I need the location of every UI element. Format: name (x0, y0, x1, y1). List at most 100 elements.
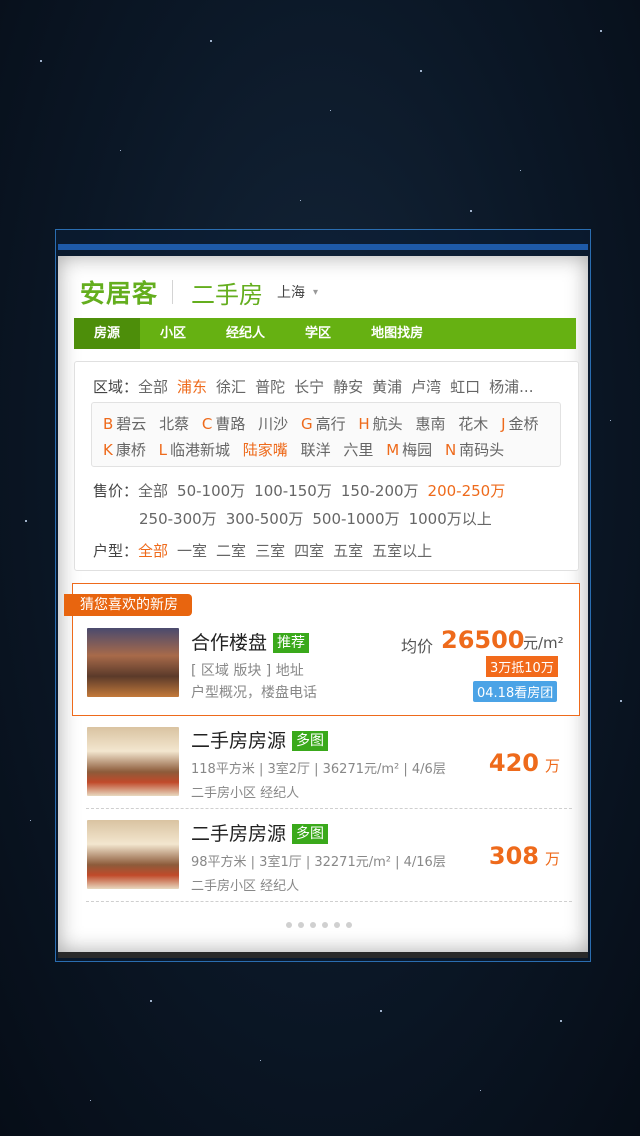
district-option[interactable]: 卢湾 (411, 378, 441, 396)
district-option[interactable]: 普陀 (255, 378, 285, 396)
discount-badge[interactable]: 3万抵10万 (486, 656, 558, 677)
district-filter: 区域：全部 浦东 徐汇 普陀 长宁 静安 黄浦 卢湾 虹口 杨浦... (93, 376, 542, 397)
listing-item[interactable]: 二手房房源 多图 98平方米 | 3室1厅 | 32271元/m² | 4/16层… (86, 812, 572, 902)
district-option[interactable]: 虹口 (450, 378, 480, 396)
listing-title[interactable]: 二手房房源 多图 (191, 819, 329, 846)
listing-meta: 二手房小区 经纪人 (191, 879, 300, 894)
section-title: 二手房 (191, 280, 264, 309)
layout-option[interactable]: 三室 (255, 542, 285, 560)
price-option[interactable]: 150-200万 (341, 482, 419, 500)
price-filter-row2: 250-300万 300-500万 500-1000万 1000万以上 (139, 508, 501, 529)
subdistrict-option[interactable]: 惠南 (415, 415, 445, 433)
subdistrict-option[interactable]: J 金桥 (501, 415, 538, 433)
price-option[interactable]: 1000万以上 (409, 510, 492, 528)
listing-price: 420 万 (488, 749, 560, 777)
subdistrict-option[interactable]: C 曹路 (202, 415, 246, 433)
listing-thumbnail[interactable] (87, 820, 179, 889)
nav-tab-school-district[interactable]: 学区 (285, 318, 351, 349)
listing-thumbnail[interactable] (87, 727, 179, 796)
listing-details: 98平方米 | 3室1厅 | 32271元/m² | 4/16层 (191, 855, 446, 870)
page-dot[interactable] (310, 922, 316, 928)
subdistrict-option[interactable]: B 碧云 (103, 415, 146, 433)
listing-price: 308 万 (488, 842, 560, 870)
recommended-new-home-card[interactable]: 猜您喜欢的新房 合作楼盘 推荐 [ 区域 版块 ] 地址 户型概况，楼盘电话 均价… (64, 583, 580, 716)
tour-badge[interactable]: 04.18看房团 (473, 681, 558, 702)
subdistrict-option[interactable]: 联洋 (301, 441, 331, 459)
new-home-title[interactable]: 合作楼盘 推荐 (191, 628, 310, 655)
district-option[interactable]: 静安 (333, 378, 363, 396)
page-dot[interactable] (286, 922, 292, 928)
nav-tab-communities[interactable]: 小区 (140, 318, 206, 349)
subdistrict-option[interactable]: 北蔡 (159, 415, 189, 433)
district-option[interactable]: 长宁 (294, 378, 324, 396)
recommend-ribbon: 猜您喜欢的新房 (64, 594, 192, 616)
new-home-thumbnail[interactable] (87, 628, 179, 697)
layout-option[interactable]: 四室 (294, 542, 324, 560)
subdistrict-option[interactable]: 花木 (458, 415, 488, 433)
subdistrict-row: K 康桥 L 临港新城 陆家嘴 联洋 六里 M 梅园 N 南码头 (103, 439, 512, 460)
subdistrict-box: B 碧云 北蔡 C 曹路 川沙 G 高行 H 航头 惠南 花木 J 金桥 K 康桥 L 临港新… (91, 402, 561, 467)
layout-option-selected[interactable]: 全部 (138, 542, 168, 560)
chevron-down-icon[interactable]: ▾ (313, 287, 318, 298)
page-dot[interactable] (346, 922, 352, 928)
subdistrict-option[interactable]: 川沙 (258, 415, 288, 433)
price-option[interactable]: 全部 (138, 482, 168, 500)
avg-price-label: 均价 (401, 637, 434, 656)
price-option[interactable]: 100-150万 (254, 482, 332, 500)
listing-item[interactable]: 二手房房源 多图 118平方米 | 3室2厅 | 36271元/m² | 4/6层… (86, 719, 572, 809)
app-card: 安居客 二手房 上海 ▾ 房源 小区 经纪人 学区 地图找房 区域：全部 浦东 徐汇… (58, 256, 588, 958)
district-option[interactable]: 徐汇 (216, 378, 246, 396)
page-indicator[interactable] (286, 922, 352, 928)
page-dot[interactable] (322, 922, 328, 928)
subdistrict-option[interactable]: H 航头 (358, 415, 402, 433)
page-dot[interactable] (298, 922, 304, 928)
main-nav: 房源 小区 经纪人 学区 地图找房 (74, 318, 576, 349)
layout-option[interactable]: 二室 (216, 542, 246, 560)
layout-option[interactable]: 五室 (333, 542, 363, 560)
subdistrict-option-selected[interactable]: 陆家嘴 (243, 441, 288, 459)
header: 安居客 二手房 上海 ▾ (80, 274, 318, 310)
page-dot[interactable] (334, 922, 340, 928)
district-label: 区域： (93, 378, 139, 396)
filter-panel: 区域：全部 浦东 徐汇 普陀 长宁 静安 黄浦 卢湾 虹口 杨浦... B 碧云 北蔡 C 曹路 川沙… (74, 361, 579, 571)
listing-meta: 二手房小区 经纪人 (191, 786, 300, 801)
multi-photo-tag: 多图 (292, 731, 329, 751)
recommend-tag: 推荐 (273, 633, 310, 653)
price-option[interactable]: 500-1000万 (312, 510, 399, 528)
subdistrict-row: B 碧云 北蔡 C 曹路 川沙 G 高行 H 航头 惠南 花木 J 金桥 (103, 413, 547, 434)
listing-details: 118平方米 | 3室2厅 | 36271元/m² | 4/6层 (191, 762, 446, 777)
header-divider (172, 280, 174, 304)
new-home-location: [ 区域 版块 ] 地址 (191, 663, 304, 679)
district-option[interactable]: 全部 (138, 378, 168, 396)
subdistrict-option[interactable]: K 康桥 (103, 441, 146, 459)
nav-tab-agents[interactable]: 经纪人 (206, 318, 285, 349)
nav-tab-listings[interactable]: 房源 (74, 318, 141, 349)
district-option[interactable]: 杨浦... (489, 378, 533, 396)
city-selector[interactable]: 上海 (277, 282, 305, 302)
avg-price-unit: 元/m² (523, 634, 564, 652)
subdistrict-option[interactable]: 六里 (343, 441, 373, 459)
listing-title[interactable]: 二手房房源 多图 (191, 726, 329, 753)
subdistrict-option[interactable]: M 梅园 (386, 441, 432, 459)
subdistrict-option[interactable]: G 高行 (301, 415, 346, 433)
subdistrict-option[interactable]: N 南码头 (445, 441, 504, 459)
district-option[interactable]: 黄浦 (372, 378, 402, 396)
layout-option[interactable]: 一室 (177, 542, 207, 560)
layout-label: 户型： (93, 542, 139, 560)
multi-photo-tag: 多图 (292, 824, 329, 844)
district-option-selected[interactable]: 浦东 (177, 378, 207, 396)
new-home-info: 户型概况，楼盘电话 (191, 685, 317, 701)
subdistrict-option[interactable]: L 临港新城 (159, 441, 230, 459)
price-filter: 售价：全部 50-100万 100-150万 150-200万 200-250万 (93, 480, 514, 501)
price-option-selected[interactable]: 200-250万 (428, 482, 506, 500)
price-option[interactable]: 300-500万 (226, 510, 304, 528)
price-option[interactable]: 50-100万 (177, 482, 245, 500)
price-option[interactable]: 250-300万 (139, 510, 217, 528)
price-label: 售价： (93, 482, 139, 500)
layout-option[interactable]: 五室以上 (372, 542, 432, 560)
app-logo[interactable]: 安居客 (80, 274, 158, 310)
avg-price-value: 26500 (441, 626, 525, 654)
frame-top-bar (58, 244, 588, 250)
layout-filter: 户型：全部 一室 二室 三室 四室 五室 五室以上 (93, 540, 441, 561)
nav-tab-map-search[interactable]: 地图找房 (351, 318, 443, 349)
